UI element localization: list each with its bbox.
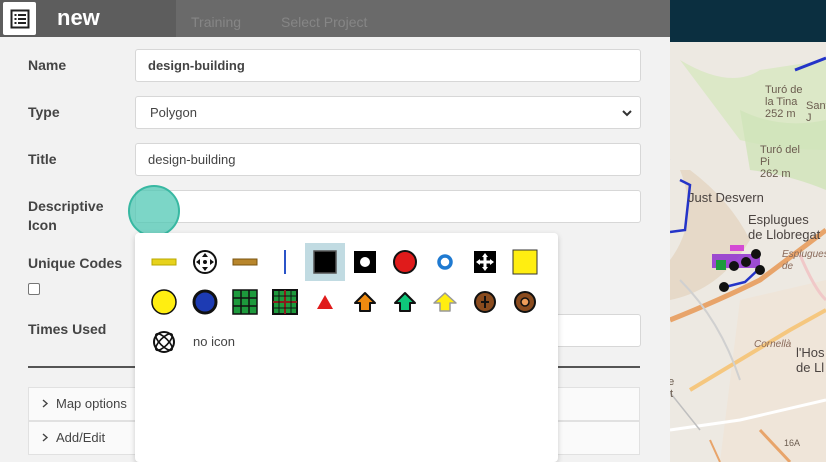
no-icon-icon[interactable] [144,323,184,361]
tab-training[interactable]: Training [191,14,241,30]
red-circle-icon[interactable] [385,243,425,281]
times-used-label: Times Used [28,321,107,337]
brown-line-icon[interactable] [225,243,265,281]
map-label-sant: Sant J [806,100,826,124]
tab-select-project[interactable]: Select Project [281,14,367,30]
chevron-right-icon [41,388,49,420]
map-label-road: 16A [784,438,801,448]
descriptive-icon-input[interactable] [135,190,641,223]
map-label-turo-la-tina: Turó de la Tina 252 m [765,84,803,120]
type-label: Type [28,104,60,120]
map-label-esplugues: Esplugues de Llobregat [748,212,821,242]
accordion-label: Add/Edit [56,430,106,445]
descriptive-icon-label: Descriptive Icon [28,198,104,233]
map-label-turo-del-pi: Turó del Pi 262 m [760,144,800,180]
red-triangle-icon[interactable] [305,283,345,321]
no-icon-label[interactable]: no icon [193,334,235,350]
map-label-cornella: Cornellà [754,339,792,350]
type-select[interactable]: Polygon [135,96,641,129]
accordion-label: Map options [56,396,127,411]
black-square-icon[interactable] [305,243,345,281]
yellow-square-icon[interactable] [505,243,545,281]
brown-circle-cross-icon[interactable] [465,283,505,321]
yellow-circle-icon[interactable] [144,283,184,321]
green-grid-red-border-icon[interactable] [265,283,305,321]
type-select-value: Polygon [150,105,197,120]
arrows-cross-circle-icon[interactable] [185,243,225,281]
title-input[interactable]: design-building [135,143,641,176]
menu-button[interactable] [3,2,36,35]
blue-ring-icon[interactable] [425,243,465,281]
name-input[interactable]: design-building [135,49,641,82]
arrows-cross-square-icon[interactable] [465,243,505,281]
yellow-house-icon[interactable] [425,283,465,321]
brown-circle-ring-icon[interactable] [505,283,545,321]
name-label: Name [28,57,67,73]
blue-vertical-line-icon[interactable] [265,243,305,281]
header-tab-bar: Training Select Project [176,0,670,37]
unique-codes-label: Unique Codes [28,255,123,271]
unique-codes-checkbox[interactable] [28,283,40,295]
chevron-right-icon [41,422,49,454]
title-label: Title [28,151,57,167]
icon-picker-dropdown: no icon [135,233,558,462]
green-house-icon[interactable] [385,283,425,321]
click-highlight-circle [128,185,180,237]
yellow-line-icon[interactable] [144,243,184,281]
map-label-hospitalet: l'Hos de Ll [796,345,825,375]
map-label-esplugues-italic: Esplugues de [782,249,826,272]
blue-circle-icon[interactable] [185,283,225,321]
app-header: Training Select Project new [0,0,670,37]
map-label-just-desvern: Just Desvern [688,190,764,205]
green-grid-icon[interactable] [225,283,265,321]
app-title: new [57,5,100,30]
orange-house-icon[interactable] [345,283,385,321]
black-square-white-dot-icon[interactable] [345,243,385,281]
list-menu-icon [10,9,29,28]
chevron-down-icon [622,110,632,117]
